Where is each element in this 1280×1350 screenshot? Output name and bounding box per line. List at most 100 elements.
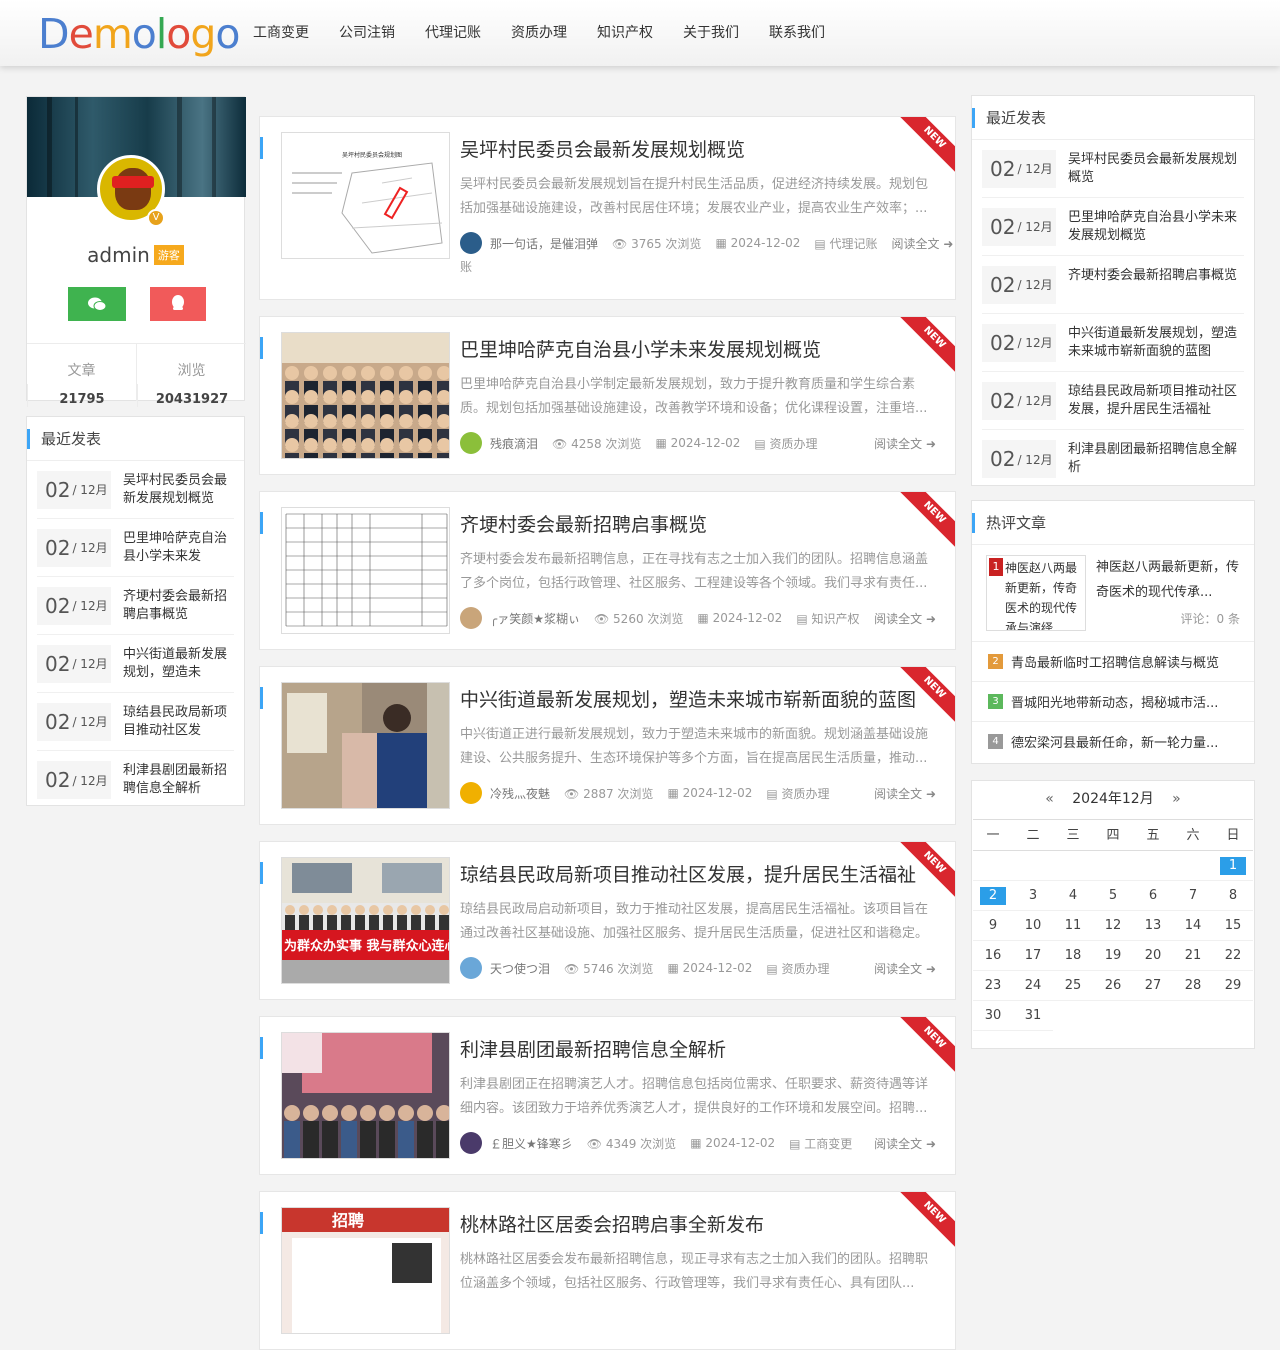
article-thumbnail[interactable] <box>281 332 450 459</box>
author-name[interactable]: ╭ァ笑颜★浆糊ぃ <box>490 610 580 627</box>
calendar-day[interactable]: 4 <box>1053 881 1093 911</box>
category-link[interactable]: ▤ 资质办理 <box>754 435 817 452</box>
nav-item[interactable]: 资质办理 <box>496 0 582 66</box>
hot-thumbnail[interactable]: 1 神医赵八两最新更新，传奇医术的现代传承与演绎 <box>986 555 1086 631</box>
nav-item[interactable]: 联系我们 <box>754 0 840 66</box>
article-thumbnail[interactable] <box>281 507 450 634</box>
hot-item-featured[interactable]: 1 神医赵八两最新更新，传奇医术的现代传承与演绎 神医赵八两最新更新，传奇医术的现… <box>986 555 1240 631</box>
article-title[interactable]: 吴坪村民委员会最新发展规划概览 <box>460 135 745 162</box>
calendar-day[interactable]: 21 <box>1173 941 1213 971</box>
calendar-day[interactable]: 27 <box>1133 971 1173 1001</box>
recent-post-title[interactable]: 巴里坤哈萨克自治县小学未来发 <box>123 530 234 566</box>
nav-item[interactable]: 代理记账 <box>410 0 496 66</box>
hot-title[interactable]: 德宏梁河县最新任命，新一轮力量... <box>1011 732 1218 751</box>
author-avatar[interactable] <box>460 782 482 804</box>
recent-post-item[interactable]: 02/ 12月 利津县剧团最新招聘信息全解析 <box>37 751 234 809</box>
article-title[interactable]: 琼结县民政局新项目推动社区发展，提升居民生活福祉 <box>460 860 916 887</box>
nav-item[interactable]: 公司注销 <box>324 0 410 66</box>
recent-post-title[interactable]: 巴里坤哈萨克自治县小学未来发展规划概览 <box>1068 209 1244 245</box>
calendar-day[interactable]: 24 <box>1013 971 1053 1001</box>
recent-post-item[interactable]: 02/ 12月 齐埂村委会最新招聘启事概览 <box>982 256 1244 314</box>
recent-post-title[interactable]: 中兴街道最新发展规划，塑造未 <box>123 646 234 682</box>
hot-item[interactable]: 3 晋城阳光地带新动态，揭秘城市活... <box>972 681 1254 721</box>
category-link[interactable]: ▤ 工商变更 <box>789 1135 852 1152</box>
recent-post-item[interactable]: 02/ 12月 齐埂村委会最新招聘启事概览 <box>37 577 234 635</box>
recent-post-item[interactable]: 02/ 12月 中兴街道最新发展规划，塑造未 <box>37 635 234 693</box>
article-thumbnail[interactable] <box>281 1032 450 1159</box>
hot-title[interactable]: 青岛最新临时工招聘信息解读与概览 <box>1011 652 1219 671</box>
recent-post-item[interactable]: 02/ 12月 巴里坤哈萨克自治县小学未来发 <box>37 519 234 577</box>
calendar-day[interactable]: 19 <box>1093 941 1133 971</box>
hot-item[interactable]: 4 德宏梁河县最新任命，新一轮力量... <box>972 721 1254 761</box>
article-title[interactable]: 桃林路社区居委会招聘启事全新发布 <box>460 1210 764 1237</box>
nav-item[interactable]: 关于我们 <box>668 0 754 66</box>
recent-post-item[interactable]: 02/ 12月 琼结县民政局新项目推动社区发 <box>37 693 234 751</box>
recent-post-item[interactable]: 02/ 12月 琼结县民政局新项目推动社区发展，提升居民生活福祉 <box>982 372 1244 430</box>
recent-post-title[interactable]: 利津县剧团最新招聘信息全解析 <box>123 762 234 798</box>
author-avatar[interactable] <box>460 232 482 254</box>
article-thumbnail[interactable]: 为群众办实事 我与群众心连心 <box>281 857 450 984</box>
recent-post-item[interactable]: 02/ 12月 吴坪村民委员会最新发展规划概览 <box>37 461 234 519</box>
hot-title[interactable]: 晋城阳光地带新动态，揭秘城市活... <box>1011 692 1218 711</box>
calendar-day[interactable]: 11 <box>1053 911 1093 941</box>
read-more-link[interactable]: 阅读全文 ➜ <box>892 235 954 252</box>
author-avatar[interactable] <box>460 957 482 979</box>
calendar-day[interactable]: 26 <box>1093 971 1133 1001</box>
author-name[interactable]: 冷残灬夜魅 <box>490 785 550 802</box>
calendar-day[interactable]: 13 <box>1133 911 1173 941</box>
calendar-day[interactable]: 2 <box>973 881 1013 911</box>
author-name[interactable]: 那一句话，是催泪弹 <box>490 235 598 252</box>
wechat-button[interactable] <box>68 287 126 321</box>
calendar-day[interactable]: 3 <box>1013 881 1053 911</box>
calendar-day[interactable]: 5 <box>1093 881 1133 911</box>
nav-item[interactable]: 工商变更 <box>238 0 324 66</box>
category-link[interactable]: ▤ 资质办理 <box>766 960 829 977</box>
recent-post-title[interactable]: 琼结县民政局新项目推动社区发展，提升居民生活福祉 <box>1068 383 1244 419</box>
article-thumbnail[interactable]: 招聘 <box>281 1207 450 1334</box>
recent-post-title[interactable]: 中兴街道最新发展规划，塑造未来城市崭新面貌的蓝图 <box>1068 325 1244 361</box>
calendar-day[interactable]: 14 <box>1173 911 1213 941</box>
calendar-day[interactable]: 31 <box>1013 1001 1053 1031</box>
author-avatar[interactable] <box>460 1132 482 1154</box>
category-link[interactable]: ▤ 知识产权 <box>796 610 859 627</box>
category-link[interactable]: ▤ 资质办理 <box>766 785 829 802</box>
calendar-prev-button[interactable]: « <box>1045 791 1054 807</box>
calendar-day[interactable]: 1 <box>1213 851 1253 881</box>
author-name[interactable]: ￡胆义★锋寒彡 <box>490 1135 573 1152</box>
hot-item[interactable]: 2 青岛最新临时工招聘信息解读与概览 <box>972 641 1254 681</box>
calendar-day[interactable]: 22 <box>1213 941 1253 971</box>
calendar-next-button[interactable]: » <box>1172 791 1181 807</box>
article-title[interactable]: 利津县剧团最新招聘信息全解析 <box>460 1035 726 1062</box>
calendar-day[interactable]: 15 <box>1213 911 1253 941</box>
calendar-day[interactable]: 30 <box>973 1001 1013 1031</box>
recent-post-title[interactable]: 吴坪村民委员会最新发展规划概览 <box>1068 151 1244 187</box>
author-name[interactable]: 天つ使つ泪 <box>490 960 550 977</box>
calendar-day[interactable]: 28 <box>1173 971 1213 1001</box>
article-title[interactable]: 巴里坤哈萨克自治县小学未来发展规划概览 <box>460 335 821 362</box>
article-thumbnail[interactable] <box>281 682 450 809</box>
article-title[interactable]: 中兴街道最新发展规划，塑造未来城市崭新面貌的蓝图 <box>460 685 916 712</box>
calendar-day[interactable]: 6 <box>1133 881 1173 911</box>
calendar-day[interactable]: 16 <box>973 941 1013 971</box>
read-more-link[interactable]: 阅读全文 ➜ <box>874 785 936 802</box>
hot-title[interactable]: 神医赵八两最新更新，传奇医术的现代传承... <box>1096 555 1240 605</box>
recent-post-item[interactable]: 02/ 12月 中兴街道最新发展规划，塑造未来城市崭新面貌的蓝图 <box>982 314 1244 372</box>
recent-post-title[interactable]: 齐埂村委会最新招聘启事概览 <box>123 588 234 624</box>
calendar-day[interactable]: 17 <box>1013 941 1053 971</box>
calendar-day[interactable]: 8 <box>1213 881 1253 911</box>
article-title[interactable]: 齐埂村委会最新招聘启事概览 <box>460 510 707 537</box>
calendar-day[interactable]: 25 <box>1053 971 1093 1001</box>
qq-button[interactable] <box>150 287 206 321</box>
recent-post-item[interactable]: 02/ 12月 利津县剧团最新招聘信息全解析 <box>982 430 1244 488</box>
recent-post-item[interactable]: 02/ 12月 巴里坤哈萨克自治县小学未来发展规划概览 <box>982 198 1244 256</box>
calendar-day[interactable]: 7 <box>1173 881 1213 911</box>
read-more-link[interactable]: 阅读全文 ➜ <box>874 960 936 977</box>
nav-item[interactable]: 知识产权 <box>582 0 668 66</box>
category-link[interactable]: ▤ 代理记账 <box>814 235 877 252</box>
read-more-link[interactable]: 阅读全文 ➜ <box>874 610 936 627</box>
calendar-day[interactable]: 12 <box>1093 911 1133 941</box>
calendar-day[interactable]: 10 <box>1013 911 1053 941</box>
recent-post-title[interactable]: 琼结县民政局新项目推动社区发 <box>123 704 234 740</box>
recent-post-title[interactable]: 吴坪村民委员会最新发展规划概览 <box>123 472 234 508</box>
article-thumbnail[interactable]: 吴坪村民委员会规划图 <box>281 132 450 259</box>
